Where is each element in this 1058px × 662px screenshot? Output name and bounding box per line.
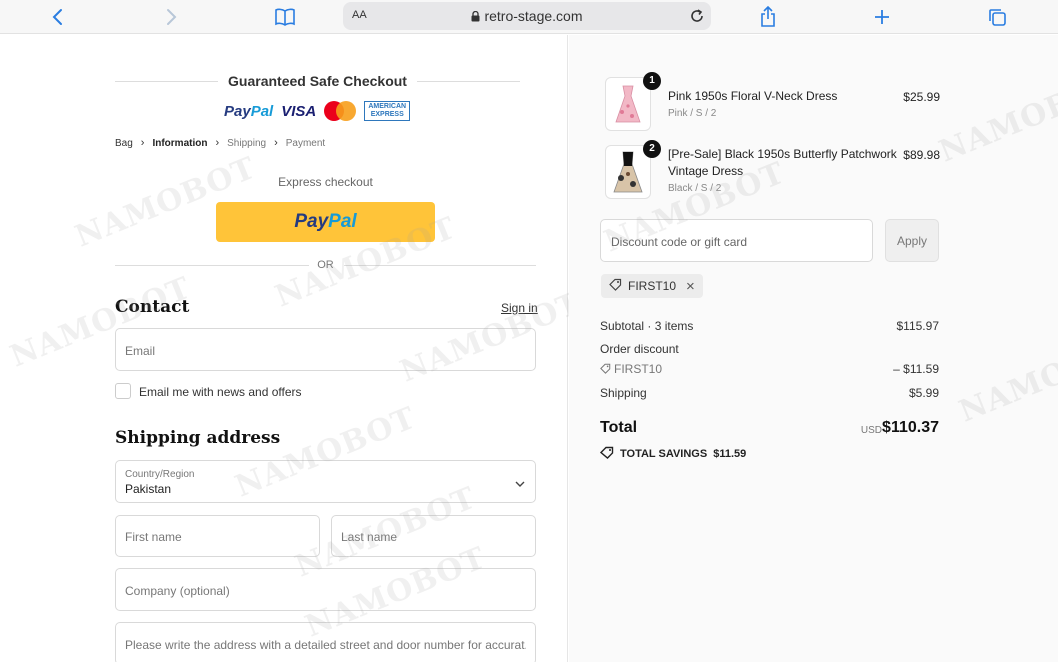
company-field[interactable]: Company (optional) [115, 568, 536, 611]
first-name-placeholder: First name [125, 530, 182, 544]
lock-icon [471, 9, 480, 25]
country-select[interactable]: Country/Region Pakistan [115, 460, 536, 503]
shipping-row: Shipping $5.99 [600, 386, 939, 400]
guarantee-title: Guaranteed Safe Checkout [218, 73, 417, 89]
sign-in-link[interactable]: Sign in [501, 301, 538, 315]
item-price: $25.99 [903, 90, 940, 104]
order-discount-label: Order discount [600, 342, 679, 356]
subtotal-row: Subtotal · 3 items $115.97 [600, 319, 939, 333]
breadcrumb-payment: Payment [285, 137, 326, 149]
item-title: Pink 1950s Floral V-Neck Dress [668, 89, 838, 103]
browser-toolbar: AA retro-stage.com [0, 0, 1058, 34]
apply-discount-button[interactable]: Apply [885, 219, 939, 262]
address-bar[interactable]: AA retro-stage.com [343, 2, 711, 30]
last-name-field[interactable]: Last name [331, 515, 536, 557]
paypal-logo: PayPal [224, 102, 274, 120]
payment-logos: PayPal VISA AMERICAN EXPRESS [224, 99, 411, 123]
last-name-placeholder: Last name [341, 530, 398, 544]
discount-value: – $11.59 [893, 362, 939, 376]
total-value: $110.37 [882, 419, 939, 436]
watermark: NAMOBOT [934, 65, 1058, 170]
breadcrumb-shipping: Shipping [227, 137, 267, 149]
company-placeholder: Company (optional) [125, 584, 230, 598]
or-divider: OR [115, 258, 536, 272]
address-field[interactable]: Please write the address with a detailed… [115, 622, 536, 662]
chevron-right-icon: › [274, 137, 278, 149]
order-summary-panel: 1 Pink 1950s Floral V-Neck Dress Pink / … [569, 35, 1058, 662]
savings-value: $11.59 [713, 448, 747, 460]
chevron-right-icon: › [140, 137, 145, 149]
quantity-badge: 2 [643, 140, 661, 158]
newsletter-checkbox[interactable] [115, 383, 131, 399]
breadcrumb: Bag › Information › Shipping › Payment [115, 137, 325, 149]
checkout-form-panel: Guaranteed Safe Checkout PayPal VISA AME… [0, 35, 586, 662]
tag-icon [600, 363, 611, 377]
first-name-field[interactable]: First name [115, 515, 320, 557]
total-row: Total USD $110.37 [600, 419, 939, 437]
remove-discount-icon[interactable]: × [686, 278, 695, 295]
order-discount-row: Order discount [600, 342, 939, 356]
tag-icon [599, 446, 614, 462]
forward-icon[interactable] [158, 4, 184, 30]
applied-discount-chip: FIRST10 × [601, 274, 703, 298]
or-label: OR [317, 259, 334, 271]
chevron-down-icon [515, 475, 525, 493]
product-thumbnail: 2 [605, 140, 661, 199]
paypal-button-logo: PayPal [294, 211, 357, 232]
visa-logo: VISA [281, 102, 317, 120]
newsletter-label[interactable]: Email me with news and offers [139, 385, 302, 399]
url-text: retro-stage.com [484, 8, 583, 24]
tabs-icon[interactable] [984, 4, 1010, 30]
watermark: NAMOBOT [954, 325, 1058, 430]
contact-heading: Contact [115, 297, 190, 317]
savings-label: TOTAL SAVINGS [620, 448, 708, 460]
shipping-value: $5.99 [908, 386, 939, 400]
breadcrumb-information: Information [152, 137, 208, 149]
discount-code-label: FIRST10 [614, 362, 663, 376]
email-field[interactable]: Email [115, 328, 536, 371]
total-label: Total [600, 419, 638, 436]
amex-logo: AMERICAN EXPRESS [364, 101, 411, 121]
applied-code: FIRST10 [628, 279, 677, 293]
tag-icon [609, 278, 622, 294]
subtotal-value: $115.97 [896, 319, 940, 333]
country-value: Pakistan [125, 482, 172, 496]
url-display[interactable]: retro-stage.com [343, 8, 711, 25]
email-placeholder: Email [125, 344, 156, 358]
discount-placeholder: Discount code or gift card [611, 235, 748, 249]
discount-code-row: FIRST10 – $11.59 [600, 362, 939, 377]
shipping-label: Shipping [600, 386, 647, 400]
express-checkout-label: Express checkout [278, 175, 373, 189]
product-thumbnail: 1 [605, 72, 661, 131]
shipping-address-heading: Shipping address [115, 428, 281, 448]
item-variant: Black / S / 2 [668, 183, 722, 194]
total-savings: TOTAL SAVINGS $11.59 [599, 446, 747, 462]
chevron-right-icon: › [215, 137, 220, 149]
breadcrumb-bag[interactable]: Bag [115, 138, 133, 149]
address-placeholder: Please write the address with a detailed… [125, 638, 526, 652]
item-price: $89.98 [903, 148, 940, 162]
discount-code-input[interactable]: Discount code or gift card [600, 219, 873, 262]
share-icon[interactable] [755, 4, 781, 30]
guarantee-header: Guaranteed Safe Checkout [115, 73, 520, 89]
item-variant: Pink / S / 2 [668, 108, 717, 119]
bookmarks-icon[interactable] [272, 4, 298, 30]
mastercard-logo [324, 101, 357, 121]
back-icon[interactable] [45, 4, 71, 30]
item-title: [Pre-Sale] Black 1950s Butterfly Patchwo… [668, 147, 897, 178]
quantity-badge: 1 [643, 72, 661, 90]
paypal-express-button[interactable]: PayPal [216, 202, 435, 242]
subtotal-label: Subtotal · 3 items [600, 319, 694, 333]
country-label: Country/Region [125, 469, 195, 480]
reload-icon[interactable] [687, 6, 707, 26]
currency-code: USD [860, 425, 882, 436]
new-tab-icon[interactable] [869, 4, 895, 30]
